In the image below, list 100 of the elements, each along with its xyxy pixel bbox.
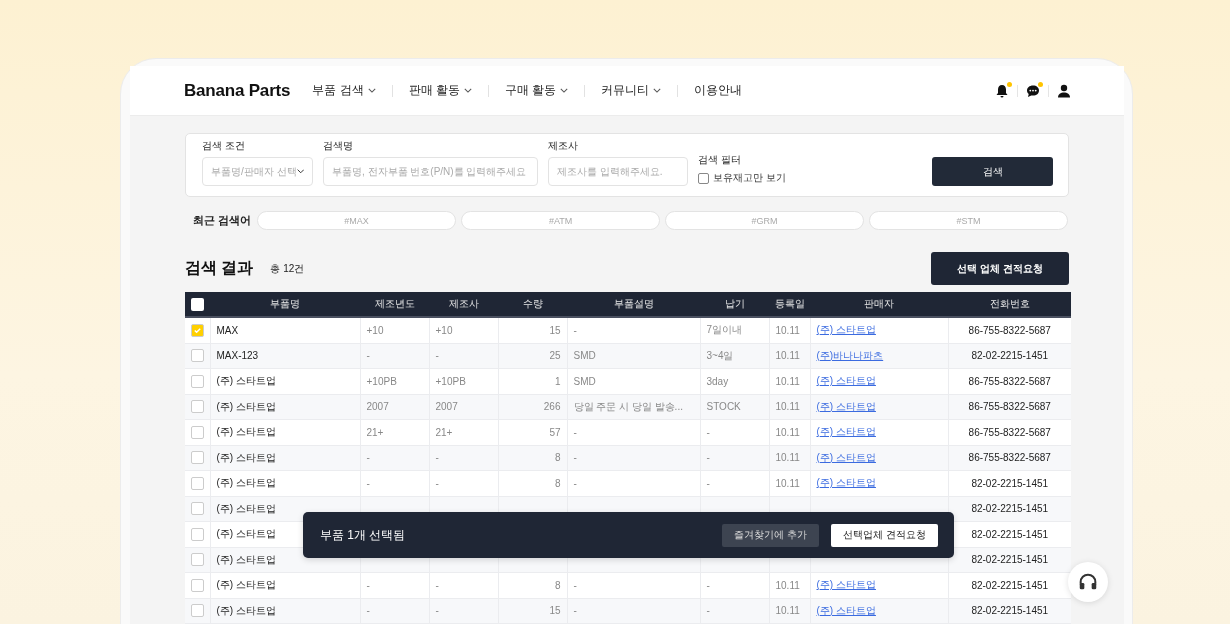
column-header: 수량 [522,298,543,309]
add-favorites-button[interactable]: 즐겨찾기에 추가 [722,523,820,547]
table-cell: 3~4일 [706,349,734,361]
table-cell: 1 [554,375,561,387]
column-header: 납기 [724,298,745,309]
user-icon[interactable] [1056,82,1072,99]
seller-link[interactable]: (주) 스타트업 [816,375,876,387]
row-checkbox[interactable] [190,578,204,592]
table-cell: 10.11 [775,375,800,387]
seller-link[interactable]: (주) 스타트업 [816,324,876,336]
table-cell: - [706,477,710,489]
nav-menu-item[interactable]: 이용안내 [678,82,759,99]
table-cell: - [435,350,439,362]
table-cell: MAX [216,324,239,336]
search-button[interactable]: 검색 [932,157,1053,186]
results-title: 검색 결과 [185,258,254,278]
table-cell: 82-02-2215-1451 [971,554,1049,566]
checkbox-label: 보유재고만 보기 [713,171,786,185]
table-cell: 3day [706,375,729,387]
seller-link[interactable]: (주) 스타트업 [816,579,876,591]
table-cell: - [435,452,439,464]
nav-menu-item[interactable]: 부품 검색 [312,82,392,99]
table-cell: 10.11 [775,477,800,489]
table-cell: (주) 스타트업 [216,579,276,591]
table-cell: STOCK [706,401,741,413]
row-checkbox[interactable] [190,400,204,414]
table-cell: - [706,426,710,438]
table-cell: - [706,605,710,617]
table-cell: 86-755-8322-5687 [968,375,1051,387]
search-name-input[interactable]: 부품명, 전자부품 번호(P/N)를 입력해주세요 [323,157,538,186]
column-header: 판매자 [864,298,894,309]
quote-request-button[interactable]: 선택 업체 견적요청 [931,252,1069,285]
table-cell: +10PB [435,375,466,387]
table-cell: 2007 [435,401,458,413]
table-cell: 10.11 [775,401,800,413]
logo[interactable]: Banana Parts [184,80,291,101]
table-cell: (주) 스타트업 [216,502,276,514]
seller-link[interactable]: (주) 스타트업 [816,477,876,489]
table-cell: - [573,477,577,489]
table-cell: (주) 스타트업 [216,528,276,540]
table-cell: 10.11 [775,426,800,438]
seller-link[interactable]: (주) 스타트업 [816,604,876,616]
table-cell: (주) 스타트업 [216,604,276,616]
table-cell: +10PB [366,375,397,387]
table-cell: +10 [435,324,453,336]
table-cell: SMD [573,375,596,387]
table-cell: (주) 스타트업 [216,553,276,565]
manufacturer-input[interactable]: 제조사를 입력해주세요. [548,157,688,186]
table-cell: MAX-123 [216,350,259,362]
quote-request-button[interactable]: 선택업체 견적요청 [831,523,938,547]
table-cell: 86-755-8322-5687 [968,401,1051,413]
select-all-checkbox[interactable] [191,297,204,311]
selection-message: 부품 1개 선택됨 [320,526,406,544]
row-checkbox[interactable] [190,451,204,465]
table-cell: - [573,324,577,336]
row-checkbox[interactable] [190,604,204,618]
nav-menu-item[interactable]: 커뮤니티 [585,82,678,99]
table-cell: (주) 스타트업 [216,426,276,438]
table-cell: 15 [549,324,561,336]
row-checkbox[interactable] [190,349,204,363]
table-cell: 82-02-2215-1451 [971,605,1049,617]
row-checkbox[interactable] [190,476,204,490]
field-label: 검색 필터 [698,153,742,167]
table-cell: 10.11 [775,324,800,336]
table-cell: 25 [549,350,561,362]
table-cell: (주) 스타트업 [216,451,276,463]
checkbox[interactable] [698,172,709,184]
chevron-down-icon [296,168,304,175]
table-cell: 8 [554,579,561,591]
field-label: 검색명 [323,139,354,153]
table-cell: 7일이내 [706,324,743,336]
nav-menu-item[interactable]: 판매 활동 [392,82,488,99]
table-cell: 82-02-2215-1451 [971,350,1049,362]
nav-menu-item[interactable]: 구매 활동 [488,82,585,99]
table-cell: 57 [549,426,561,438]
table-cell: - [366,350,370,362]
field-label: 제조사 [548,139,579,153]
table-cell: 86-755-8322-5687 [968,324,1051,336]
row-checkbox[interactable] [190,323,204,337]
column-header: 부품설명 [613,298,654,309]
row-checkbox[interactable] [190,527,204,541]
row-checkbox[interactable] [190,374,204,388]
table-cell: +10 [366,324,384,336]
row-checkbox[interactable] [190,553,204,567]
table-cell: (주) 스타트업 [216,400,276,412]
table-cell: 8 [554,452,561,464]
seller-link[interactable]: (주) 스타트업 [816,426,876,438]
table-cell: 21+ [366,426,384,438]
seller-link[interactable]: (주)바나나파츠 [816,349,884,361]
bell-icon[interactable] [994,82,1010,99]
row-checkbox[interactable] [190,425,204,439]
table-cell: - [435,605,439,617]
column-header: 부품명 [270,298,300,309]
check-icon [192,325,202,335]
table-cell: - [435,579,439,591]
table-cell: - [573,452,577,464]
seller-link[interactable]: (주) 스타트업 [816,451,876,463]
recent-searches-label: 최근 검색어 [193,213,252,228]
seller-link[interactable]: (주) 스타트업 [816,400,876,412]
row-checkbox[interactable] [190,502,204,516]
